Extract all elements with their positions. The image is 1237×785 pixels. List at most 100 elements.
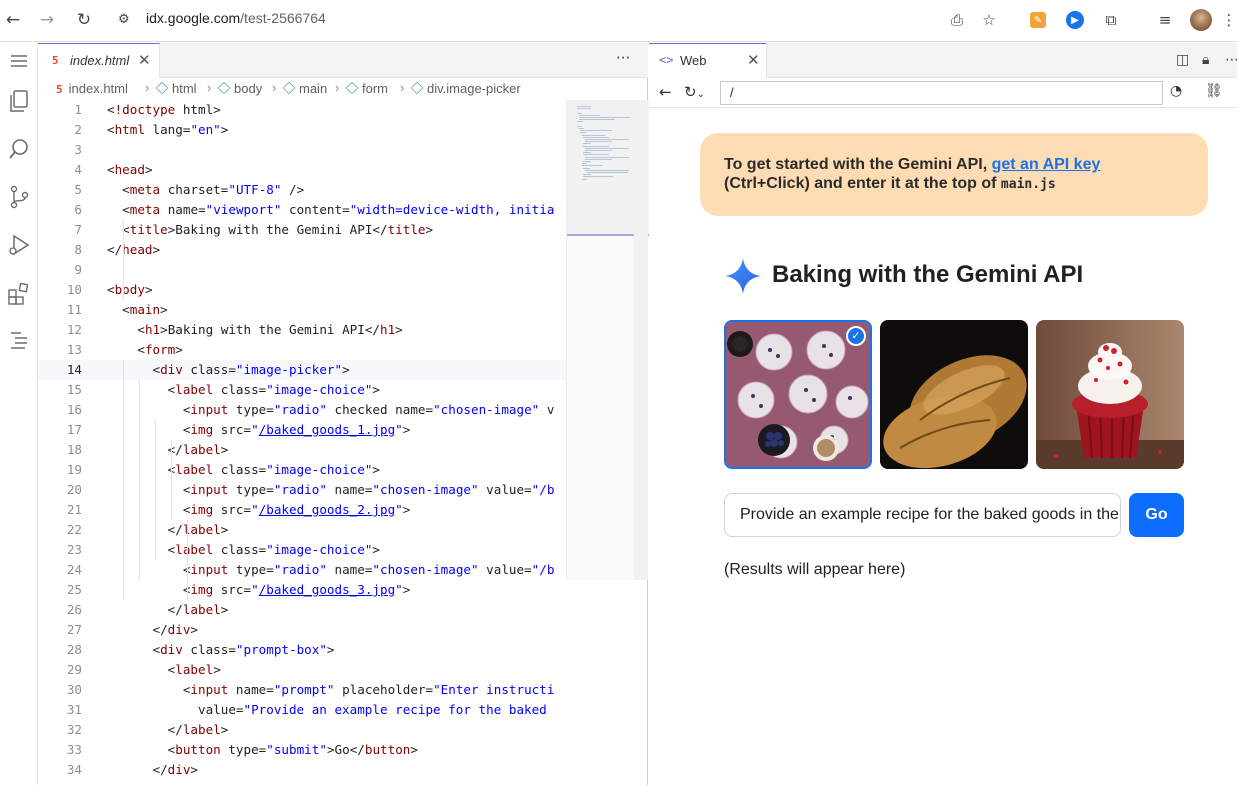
extensions-puzzle-icon[interactable]: ⧉ xyxy=(1100,9,1122,31)
go-button[interactable]: Go xyxy=(1129,493,1184,537)
back-arrow-icon[interactable]: ← xyxy=(2,9,24,31)
code-line[interactable]: 33 <button type="submit">Go</button> xyxy=(38,740,566,760)
forward-arrow-icon[interactable]: → xyxy=(36,9,58,31)
line-number: 5 xyxy=(74,182,82,197)
code-line[interactable]: 18 </label> xyxy=(38,440,566,460)
image-choice-bread[interactable] xyxy=(880,320,1028,469)
code-line[interactable]: 15 <label class="image-choice"> xyxy=(38,380,566,400)
outline-list-icon[interactable] xyxy=(3,325,35,357)
profile-avatar[interactable] xyxy=(1190,9,1212,31)
get-api-key-link[interactable]: get an API key xyxy=(992,156,1101,173)
code-line[interactable]: 26 </label> xyxy=(38,600,566,620)
code-line[interactable]: 31 value="Provide an example recipe for … xyxy=(38,700,566,720)
link-icon[interactable]: ⛓︎ xyxy=(1205,83,1223,99)
code-line[interactable]: 17 <img src="/baked_goods_1.jpg"> xyxy=(38,420,566,440)
code-line[interactable]: 11 <main> xyxy=(38,300,566,320)
code-line[interactable]: 5 <meta charset="UTF-8" /> xyxy=(38,180,566,200)
indent-guide xyxy=(123,360,124,600)
code-line[interactable]: 30 <input name="prompt" placeholder="Ent… xyxy=(38,680,566,700)
reload-icon[interactable]: ↻⌄ xyxy=(684,83,705,101)
code-line[interactable]: 20 <input type="radio" name="chosen-imag… xyxy=(38,480,566,500)
breadcrumb-item-body[interactable]: body xyxy=(217,81,262,96)
breadcrumb-item-index-html[interactable]: 5 index.html xyxy=(56,81,128,96)
more-actions-icon[interactable]: ⋯ xyxy=(1225,52,1237,68)
code-line[interactable]: 23 <label class="image-choice"> xyxy=(38,540,566,560)
image-choice-blueberry-scones[interactable]: ✓ xyxy=(724,320,872,469)
search-icon[interactable] xyxy=(3,133,35,165)
media-queue-icon[interactable]: ≡ xyxy=(1154,9,1176,31)
indent-guide xyxy=(123,220,124,300)
extensions-icon[interactable] xyxy=(3,277,35,309)
code-line[interactable]: 12 <h1>Baking with the Gemini API</h1> xyxy=(38,320,566,340)
code-line[interactable]: 6 <meta name="viewport" content="width=d… xyxy=(38,200,566,220)
run-debug-icon[interactable] xyxy=(3,229,35,261)
breadcrumb-item-form[interactable]: form xyxy=(345,81,388,96)
minimap-line xyxy=(586,172,628,173)
line-number: 16 xyxy=(66,402,82,417)
back-arrow-icon[interactable]: ← xyxy=(659,83,672,101)
code-line[interactable]: 9 xyxy=(38,260,566,280)
menu-kebab-icon[interactable]: ⋮ xyxy=(1218,9,1237,31)
code-text: </label> xyxy=(167,722,229,737)
code-line[interactable]: 4 <head> xyxy=(38,160,566,180)
code-line[interactable]: 16 <input type="radio" checked name="cho… xyxy=(38,400,566,420)
gauge-icon[interactable]: ◔ xyxy=(1170,83,1182,99)
browser-toolbar: ← → ↻ ⚙ idx.google.com/test-2566764 ⎙ ☆ … xyxy=(0,0,1237,42)
explorer-files-icon[interactable] xyxy=(3,85,35,117)
line-number: 10 xyxy=(66,282,82,297)
address-bar[interactable]: ⚙ idx.google.com/test-2566764 xyxy=(108,4,1010,36)
extension-play-icon[interactable]: ▶ xyxy=(1064,9,1086,31)
reload-icon[interactable]: ↻ xyxy=(73,9,95,31)
tab-index-html[interactable]: 5 index.html ✕ xyxy=(38,43,160,78)
source-control-icon[interactable] xyxy=(3,181,35,213)
code-line[interactable]: 27 </div> xyxy=(38,620,566,640)
code-line[interactable]: 32 </label> xyxy=(38,720,566,740)
code-line[interactable]: 19 <label class="image-choice"> xyxy=(38,460,566,480)
breadcrumb-item-main[interactable]: main xyxy=(282,81,327,96)
tab-web[interactable]: <> Web ✕ xyxy=(649,43,767,78)
close-icon[interactable]: ✕ xyxy=(747,51,760,69)
code-line[interactable]: 28 <div class="prompt-box"> xyxy=(38,640,566,660)
bookmark-star-icon[interactable]: ☆ xyxy=(978,9,1000,31)
breadcrumb-item-div-image-picker[interactable]: div.image-picker xyxy=(410,81,521,96)
line-number: 11 xyxy=(66,302,82,317)
prompt-input[interactable]: Provide an example recipe for the baked … xyxy=(724,493,1121,537)
breadcrumb: 5 index.html › html › body › main › form … xyxy=(56,80,521,96)
code-text: </head> xyxy=(107,242,161,257)
code-line[interactable]: 7 <title>Baking with the Gemini API</tit… xyxy=(38,220,566,240)
code-line[interactable]: 10 <body> xyxy=(38,280,566,300)
code-line[interactable]: 21 <img src="/baked_goods_2.jpg"> xyxy=(38,500,566,520)
code-text: <meta charset="UTF-8" /> xyxy=(122,182,305,197)
code-line[interactable]: 25 <img src="/baked_goods_3.jpg"> xyxy=(38,580,566,600)
split-editor-icon[interactable]: ◫ xyxy=(1176,52,1189,68)
minimap-line xyxy=(577,125,583,127)
code-text: <div class="image-picker"> xyxy=(152,362,350,377)
tab-label: index.html xyxy=(70,53,130,68)
code-line[interactable]: 22 </label> xyxy=(38,520,566,540)
breadcrumb-item-html[interactable]: html xyxy=(155,81,197,96)
code-line[interactable]: 13 <form> xyxy=(38,340,566,360)
preview-address-input[interactable]: / xyxy=(720,81,1163,105)
code-line[interactable]: 24 <input type="radio" name="chosen-imag… xyxy=(38,560,566,580)
vertical-scrollbar[interactable] xyxy=(634,100,648,580)
line-number: 23 xyxy=(66,542,82,557)
code-line[interactable]: 1 <!doctype html> xyxy=(38,100,566,120)
code-line[interactable]: 29 <label> xyxy=(38,660,566,680)
more-actions-icon[interactable]: ··· xyxy=(616,49,630,67)
selected-check-icon: ✓ xyxy=(846,326,866,346)
image-choice-red-velvet-cupcake[interactable] xyxy=(1036,320,1184,469)
site-settings-icon[interactable]: ⚙ xyxy=(118,12,130,27)
extension-edit-icon[interactable]: ✎ xyxy=(1027,9,1049,31)
code-line[interactable]: 8 </head> xyxy=(38,240,566,260)
code-line[interactable]: 14 <div class="image-picker"> xyxy=(38,360,566,380)
lock-icon[interactable]: 🔒︎ xyxy=(1202,52,1209,68)
install-app-icon[interactable]: ⎙ xyxy=(946,9,968,31)
code-line[interactable]: 3 xyxy=(38,140,566,160)
code-line[interactable]: 2 <html lang="en"> xyxy=(38,120,566,140)
line-number: 8 xyxy=(74,242,82,257)
close-icon[interactable]: ✕ xyxy=(138,51,151,69)
line-number: 29 xyxy=(66,662,82,677)
code-area[interactable]: 1 <!doctype html> 2 <html lang="en"> 3 4 <head… xyxy=(38,100,568,785)
code-line[interactable]: 34 </div> xyxy=(38,760,566,780)
hamburger-menu-icon[interactable] xyxy=(3,45,35,77)
